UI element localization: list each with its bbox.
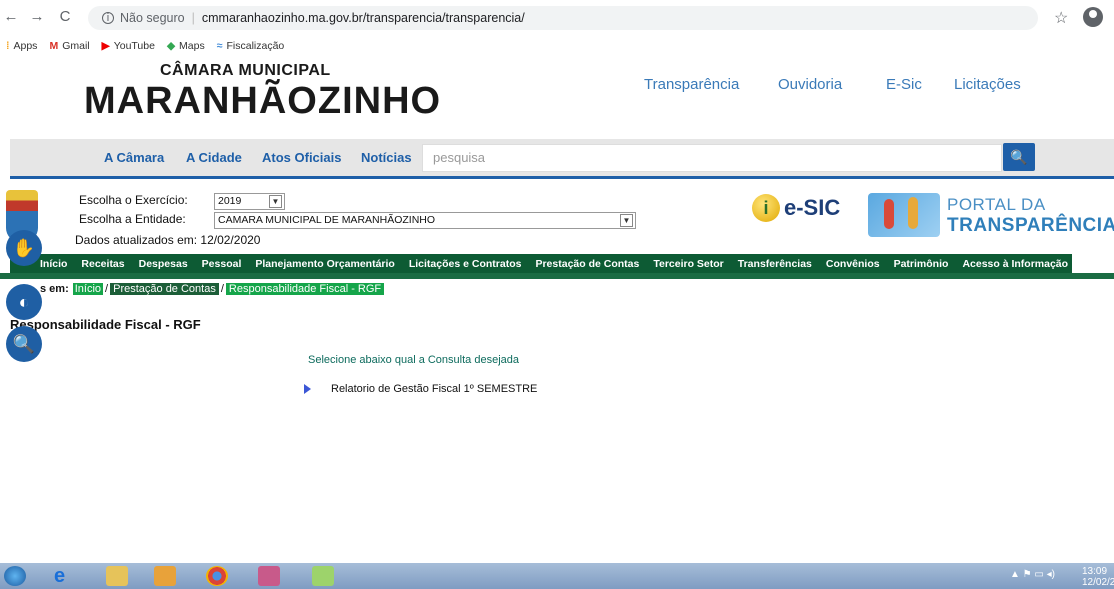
nav-licitacoes[interactable]: Licitações e Contratos — [409, 258, 522, 270]
entidade-select[interactable]: CAMARA MUNICIPAL DE MARANHÃOZINHO ▼ — [214, 212, 636, 229]
entidade-value: CAMARA MUNICIPAL DE MARANHÃOZINHO — [218, 214, 436, 226]
bookmark-youtube[interactable]: ▶ YouTube — [102, 40, 155, 52]
nav-pessoal[interactable]: Pessoal — [202, 258, 242, 270]
menu-noticias[interactable]: Notícias — [361, 150, 412, 165]
nav-receitas[interactable]: Receitas — [81, 258, 124, 270]
esic-label: e-SIC — [784, 195, 841, 220]
bookmarks-bar: ⁞ Apps M Gmail ▶ YouTube ◆ Maps ≈ Fiscalizaçã… — [0, 36, 1114, 56]
nav-planejamento[interactable]: Planejamento Orçamentário — [255, 258, 394, 270]
select-instruction: Selecione abaixo qual a Consulta desejad… — [308, 354, 519, 366]
system-tray-icons[interactable]: ▲ ⚑ ▭ ◂) — [1010, 569, 1055, 580]
exercicio-value: 2019 — [218, 195, 242, 207]
main-menu-bar: A Câmara A Cidade Atos Oficiais Notícias… — [10, 139, 1114, 179]
breadcrumb-sep: / — [220, 283, 224, 295]
nav-patrimonio[interactable]: Patrimônio — [894, 258, 949, 270]
esic-logo[interactable]: i e-SIC — [752, 194, 840, 222]
site-title[interactable]: MARANHÃOZINHO — [84, 80, 441, 123]
reload-icon[interactable]: C — [54, 8, 76, 25]
snipping-tool-icon[interactable] — [258, 566, 280, 586]
folder-icon[interactable] — [106, 566, 128, 586]
breadcrumb: s em: Início / Prestação de Contas / Res… — [40, 283, 385, 295]
search-icon: 🔍 — [1010, 149, 1028, 165]
menu-a-camara[interactable]: A Câmara — [104, 150, 164, 165]
nav-acesso[interactable]: Acesso à Informação — [962, 258, 1068, 270]
topnav-esic[interactable]: E-Sic — [886, 76, 922, 93]
nav-despesas[interactable]: Despesas — [139, 258, 188, 270]
entidade-label: Escolha a Entidade: — [79, 212, 186, 226]
contrast-icon[interactable]: ◐ — [6, 284, 42, 320]
page-title: Responsabilidade Fiscal - RGF — [10, 317, 201, 332]
menu-a-cidade[interactable]: A Cidade — [186, 150, 242, 165]
bookmark-gmail[interactable]: M Gmail — [49, 40, 89, 52]
sticky-notes-icon[interactable] — [312, 566, 334, 586]
chevron-down-icon: ▼ — [620, 214, 633, 227]
profile-icon[interactable] — [1083, 7, 1103, 27]
youtube-icon: ▶ — [101, 40, 110, 52]
nav-prestacao[interactable]: Prestação de Contas — [535, 258, 639, 270]
updated-text: Dados atualizados em: 12/02/2020 — [75, 233, 261, 247]
nav-terceiro-setor[interactable]: Terceiro Setor — [653, 258, 723, 270]
bookmark-apps[interactable]: ⁞ Apps — [6, 40, 37, 52]
search-input[interactable]: pesquisa — [422, 144, 1002, 172]
sign-language-icon[interactable]: ✋ — [6, 230, 42, 266]
site-subtitle: CÂMARA MUNICIPAL — [160, 62, 331, 79]
portal-title-line2: TRANSPARÊNCIA — [947, 215, 1114, 236]
bookmark-fiscalizacao[interactable]: ≈ Fiscalização — [217, 40, 285, 52]
breadcrumb-sep: / — [105, 283, 109, 295]
clock[interactable]: 13:09 12/02/202 — [1082, 566, 1114, 588]
esic-info-icon: i — [752, 194, 780, 222]
apps-grid-icon: ⁞ — [6, 40, 10, 52]
clock-time: 13:09 — [1082, 566, 1108, 577]
browser-toolbar: ← → C i Não seguro | cmmaranhaozinho.ma.… — [0, 0, 1114, 36]
breadcrumb-current: Responsabilidade Fiscal - RGF — [225, 283, 385, 295]
portal-transparencia-logo-icon[interactable] — [868, 193, 940, 237]
bookmark-label: Gmail — [62, 40, 90, 52]
bookmark-label: Apps — [13, 40, 38, 52]
topnav-ouvidoria[interactable]: Ouvidoria — [778, 76, 842, 93]
bookmark-label: Maps — [179, 40, 205, 52]
nav-convenios[interactable]: Convênios — [826, 258, 880, 270]
topnav-transparencia[interactable]: Transparência — [644, 76, 739, 93]
url-separator: | — [191, 11, 195, 25]
topnav-licitacoes[interactable]: Licitações — [954, 76, 1021, 93]
exercicio-select[interactable]: 2019 ▼ — [214, 193, 285, 210]
exercicio-label: Escolha o Exercício: — [79, 193, 188, 207]
maps-icon: ◆ — [166, 40, 176, 52]
clock-date: 12/02/202 — [1082, 577, 1114, 588]
gmail-icon: M — [49, 40, 59, 52]
back-icon[interactable]: ← — [0, 8, 22, 25]
portal-nav: Início Receitas Despesas Pessoal Planeja… — [10, 254, 1072, 273]
url-text: cmmaranhaozinho.ma.gov.br/transparencia/… — [201, 11, 525, 25]
arrow-right-icon — [304, 384, 311, 394]
bookmark-maps[interactable]: ◆ Maps — [167, 40, 205, 52]
nav-underline — [0, 273, 1114, 279]
bookmark-label: YouTube — [113, 40, 155, 52]
nav-transferencias[interactable]: Transferências — [738, 258, 812, 270]
breadcrumb-inicio[interactable]: Início — [72, 283, 104, 295]
start-icon[interactable] — [4, 566, 26, 586]
menu-atos-oficiais[interactable]: Atos Oficiais — [262, 150, 341, 165]
breadcrumb-prestacao[interactable]: Prestação de Contas — [110, 283, 219, 295]
info-icon[interactable]: i — [102, 12, 114, 24]
security-label: Não seguro — [120, 11, 185, 25]
search-button[interactable]: 🔍 — [1003, 143, 1035, 171]
portal-title-line1: PORTAL DA — [947, 195, 1046, 214]
zoom-icon[interactable]: 🔍 — [6, 326, 42, 362]
bookmark-star-icon[interactable]: ☆ — [1054, 8, 1068, 28]
media-player-icon[interactable] — [154, 566, 176, 586]
forward-icon[interactable]: → — [26, 8, 48, 25]
relatorio-link[interactable]: Relatorio de Gestão Fiscal 1º SEMESTRE — [331, 383, 537, 395]
chevron-down-icon: ▼ — [269, 195, 282, 208]
nav-inicio[interactable]: Início — [40, 258, 67, 270]
chrome-icon[interactable] — [206, 566, 228, 586]
bookmark-label: Fiscalização — [226, 40, 285, 52]
url-bar[interactable]: i Não seguro | cmmaranhaozinho.ma.gov.br… — [88, 6, 1038, 30]
breadcrumb-label: s em: — [40, 283, 69, 295]
fiscalizacao-icon: ≈ — [216, 40, 223, 52]
internet-explorer-icon[interactable]: e — [54, 566, 76, 586]
